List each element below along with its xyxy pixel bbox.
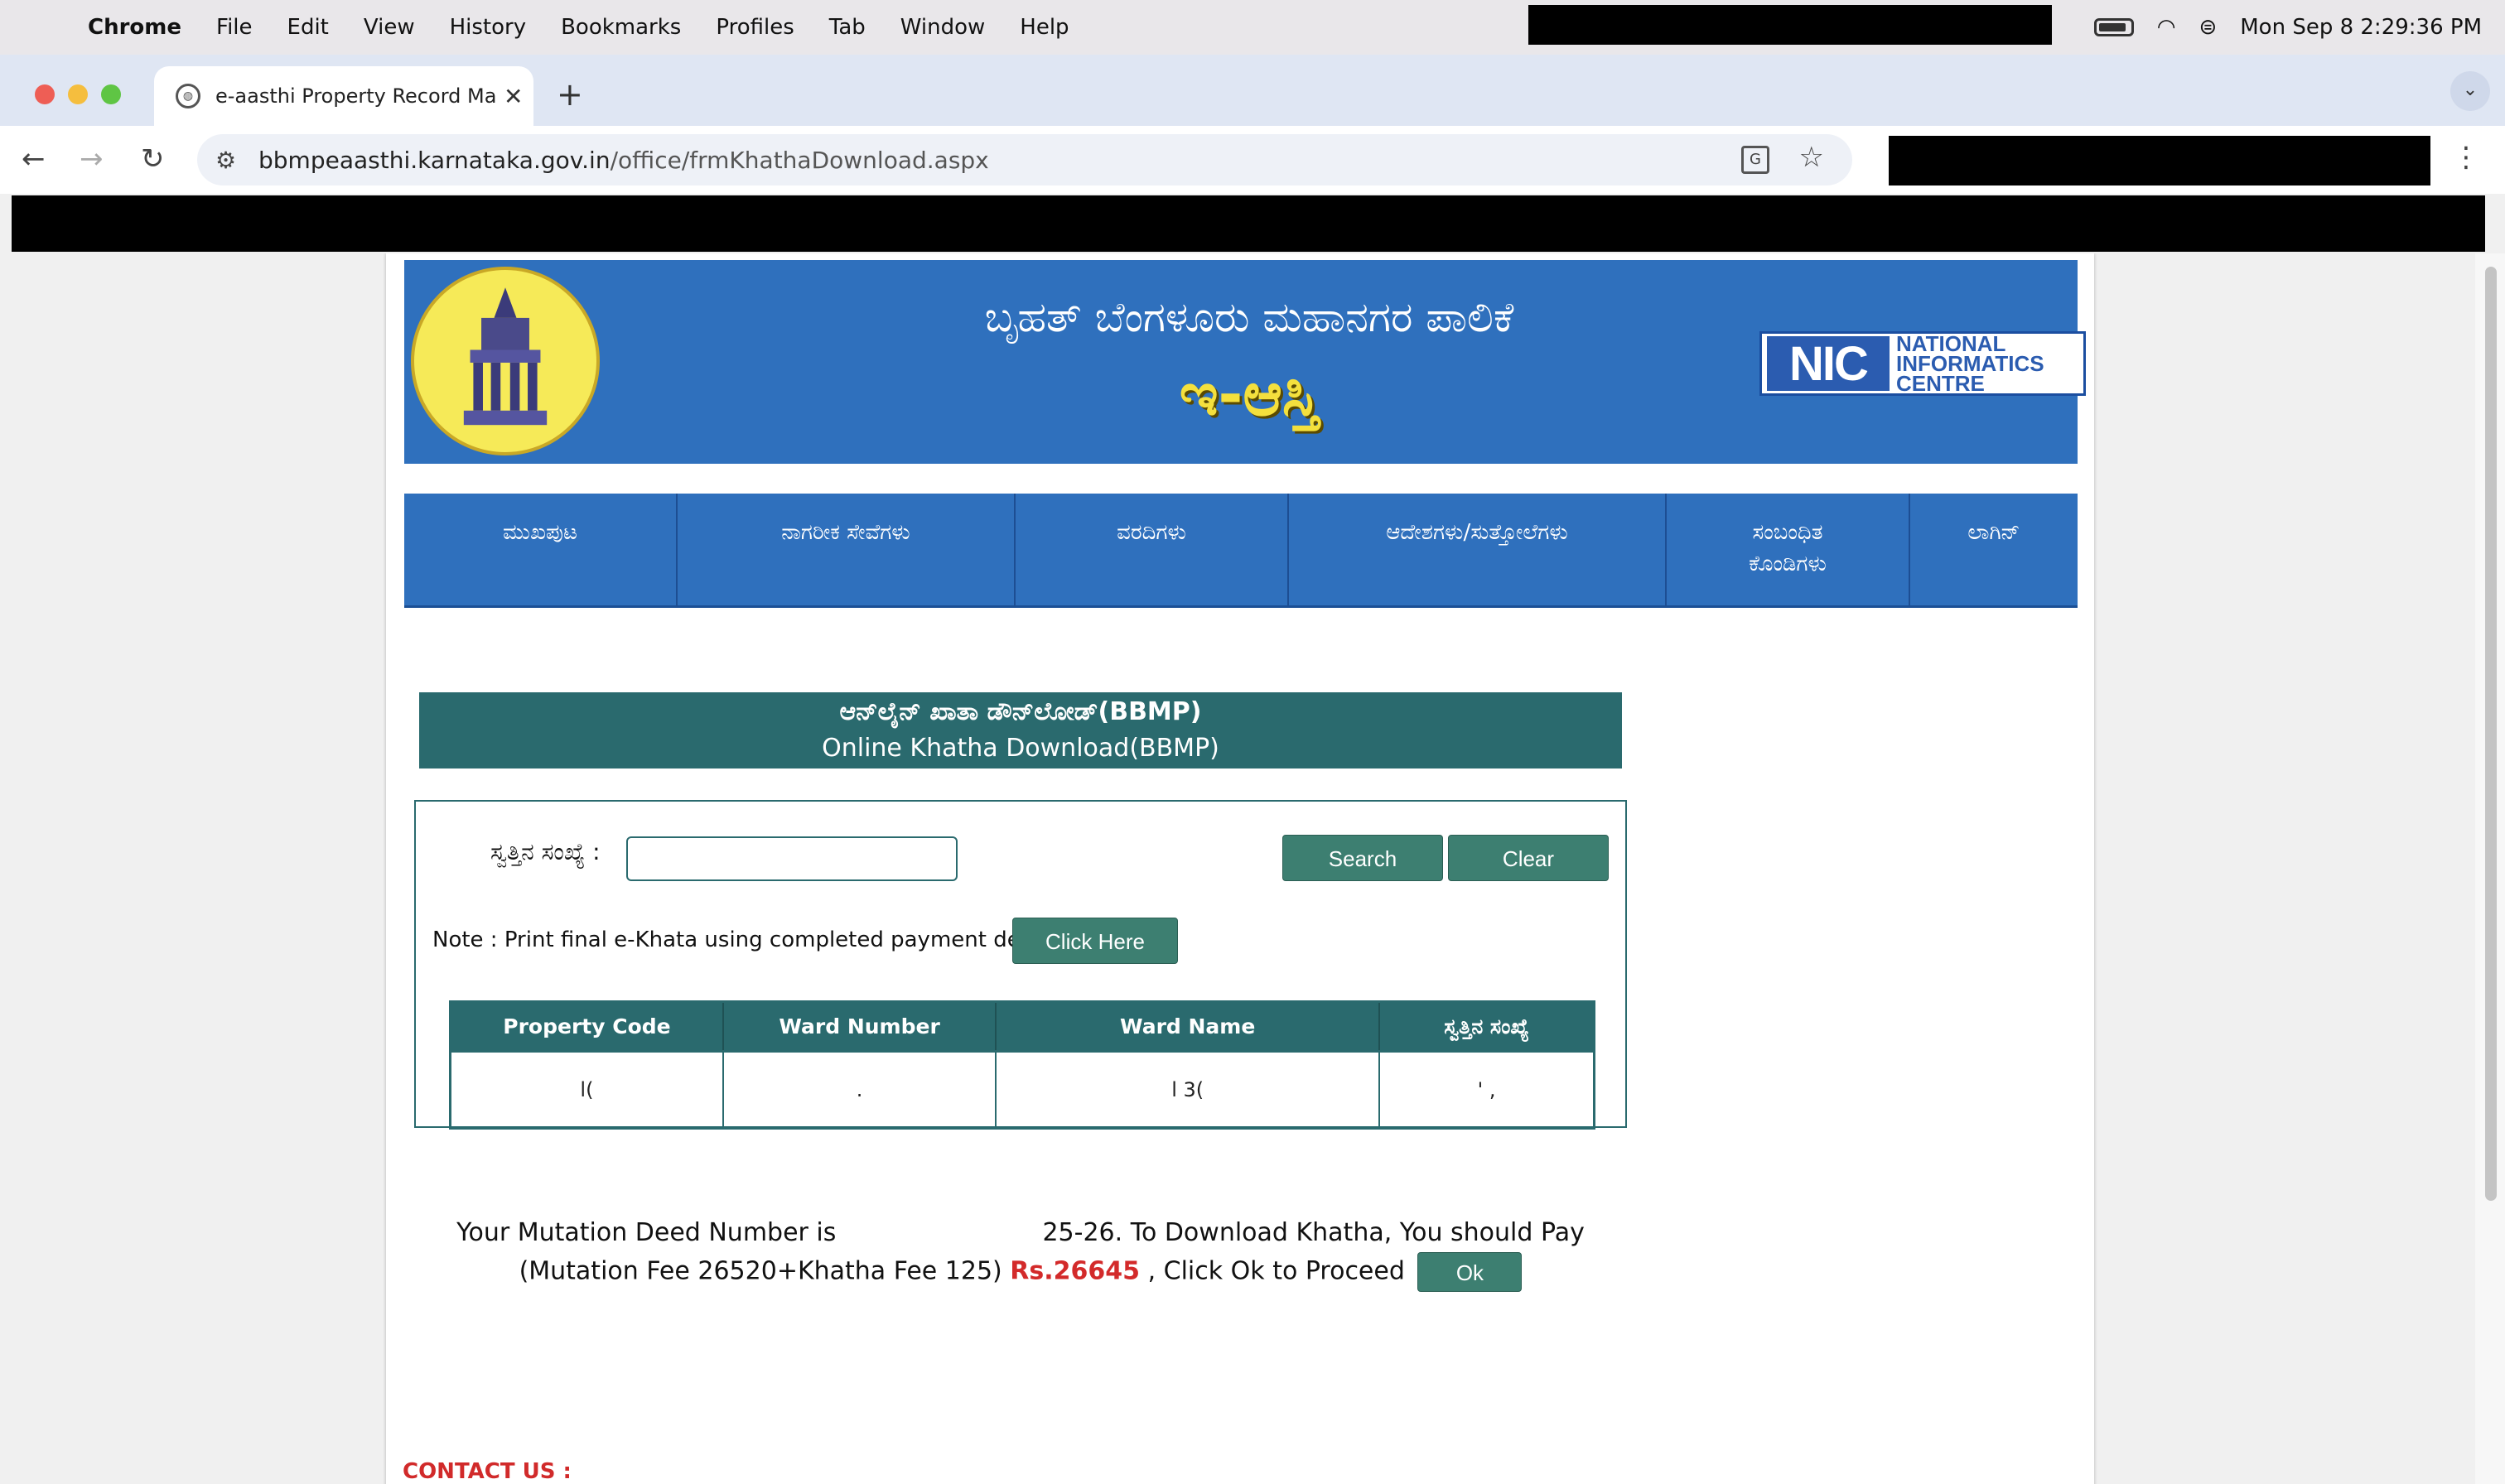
col-ward-name: Ward Name (996, 1001, 1381, 1052)
cell-ward-number: . (722, 1050, 997, 1129)
table-row[interactable]: l( . l 3( ' , (450, 1050, 1595, 1129)
property-number-label: ಸ್ವತ್ತಿನ ಸಂಖ್ಯೆ : (490, 838, 601, 865)
mutation-message: Your Mutation Deed Number is 25-26. To D… (419, 1214, 1622, 1292)
nic-mark: NIC (1767, 336, 1890, 391)
new-tab-icon[interactable]: + (557, 76, 583, 113)
status-area: ◠ ⊜ Mon Sep 8 2:29:36 PM (2093, 0, 2505, 55)
globe-icon: ◍ (176, 84, 200, 108)
menu-profiles[interactable]: Profiles (716, 15, 794, 40)
col-property-code: Property Code (450, 1001, 724, 1052)
eaasthi-title: ಇ-ಆಸ್ತಿ (1179, 359, 1320, 429)
click-here-button[interactable]: Click Here (1012, 918, 1178, 964)
cell-ward-name: l 3( (996, 1050, 1381, 1129)
browser-toolbar: ← → ↻ ⚙ bbmpeaasthi.karnataka.gov.in/off… (0, 126, 2505, 194)
menu-tab[interactable]: Tab (829, 15, 866, 40)
nav-related-links[interactable]: ಸಂಬಂಧಿತ ಕೊಂಡಿಗಳು (1667, 494, 1910, 608)
bookmark-star-icon[interactable]: ☆ (1799, 141, 1824, 174)
contact-us-heading: CONTACT US : (403, 1459, 572, 1484)
scrollbar-thumb[interactable] (2485, 267, 2497, 1201)
tab-close-icon[interactable]: ✕ (504, 83, 523, 110)
nav-citizen-services[interactable]: ನಾಗರೀಕ ಸೇವೆಗಳು (678, 494, 1016, 608)
site-banner: ಬೃಹತ್ ಬೆಂಗಳೂರು ಮಹಾನಗರ ಪಾಲಿಕೆ ಇ-ಆಸ್ತಿ NIC… (404, 260, 2086, 464)
section-title: ಆನ್‌ಲೈನ್ ಖಾತಾ ಡೌನ್‌ಲೋಡ್(BBMP) Online Kha… (419, 692, 1622, 768)
menu-window[interactable]: Window (900, 15, 986, 40)
web-page: ಬೃಹತ್ ಬೆಂಗಳೂರು ಮಹಾನಗರ ಪಾಲಿಕೆ ಇ-ಆಸ್ತಿ NIC… (0, 253, 2505, 1484)
property-number-input[interactable] (626, 836, 958, 881)
page-scrollbar[interactable] (2475, 253, 2505, 1484)
clear-button[interactable]: Clear (1448, 835, 1609, 881)
window-zoom-button[interactable] (101, 84, 121, 104)
bbmp-kannada-title: ಬೃಹತ್ ಬೆಂಗಳೂರು ಮಹಾನಗರ ಪಾಲಿಕೆ (984, 293, 1514, 341)
search-button[interactable]: Search (1282, 835, 1443, 881)
cell-property-code: l( (450, 1050, 724, 1129)
clock[interactable]: Mon Sep 8 2:29:36 PM (2240, 15, 2482, 40)
ok-button[interactable]: Ok (1417, 1252, 1523, 1292)
tab-strip: ◍ e-aasthi Property Record Ma ✕ + ⌄ (0, 55, 2505, 126)
menu-history[interactable]: History (450, 15, 527, 40)
nic-logo: NIC NATIONAL INFORMATICS CENTRE (1759, 331, 2086, 396)
redacted-bookmarks-bar (12, 195, 2485, 252)
back-arrow-icon[interactable]: ← (22, 142, 46, 176)
payment-note: Note : Print final e-Khata using complet… (432, 928, 1065, 952)
col-ward-number: Ward Number (722, 1001, 997, 1052)
translate-icon[interactable]: G (1741, 146, 1769, 174)
menu-edit[interactable]: Edit (287, 15, 329, 40)
active-tab[interactable]: ◍ e-aasthi Property Record Ma ✕ (154, 66, 533, 126)
window-minimize-button[interactable] (68, 84, 88, 104)
col-property-number: ಸ್ವತ್ತಿನ ಸಂಖ್ಯೆ (1379, 1001, 1595, 1052)
table-header-row: Property Code Ward Number Ward Name ಸ್ವತ… (450, 1001, 1595, 1052)
more-menu-icon[interactable]: ⋮ (2452, 141, 2480, 174)
menu-app-chrome[interactable]: Chrome (88, 15, 181, 40)
control-center-icon[interactable]: ⊜ (2199, 15, 2217, 40)
page-container: ಬೃಹತ್ ಬೆಂಗಳೂರು ಮಹಾನಗರ ಪಾಲಿಕೆ ಇ-ಆಸ್ತಿ NIC… (386, 253, 2094, 1484)
khatha-search-form: ಸ್ವತ್ತಿನ ಸಂಖ್ಯೆ : Search Clear Note : Pr… (414, 800, 1627, 1130)
mutation-proceed: , Click Ok to Proceed (1147, 1256, 1405, 1286)
wifi-icon[interactable]: ◠ (2157, 15, 2176, 40)
main-nav: ಮುಖಪುಟ ನಾಗರೀಕ ಸೇವೆಗಳು ವರದಿಗಳು ಆದೇಶಗಳು/ಸು… (404, 494, 2078, 608)
forward-arrow-icon[interactable]: → (80, 142, 104, 176)
window-close-button[interactable] (35, 84, 55, 104)
address-bar[interactable]: ⚙ bbmpeaasthi.karnataka.gov.in/office/fr… (197, 134, 1852, 186)
redacted-region (1889, 136, 2430, 186)
menu-file[interactable]: File (216, 15, 253, 40)
nic-wordmark: NATIONAL INFORMATICS CENTRE (1896, 331, 2044, 396)
bbmp-emblem-logo (411, 267, 600, 455)
battery-icon[interactable] (2093, 18, 2134, 36)
payable-amount: Rs.26645 (1010, 1256, 1141, 1286)
cell-property-number: ' , (1379, 1050, 1595, 1129)
site-info-icon[interactable]: ⚙ (215, 147, 249, 174)
url-text[interactable]: bbmpeaasthi.karnataka.gov.in/office/frmK… (258, 147, 989, 174)
menu-help[interactable]: Help (1020, 15, 1069, 40)
nav-reports[interactable]: ವರದಿಗಳು (1016, 494, 1289, 608)
menu-bookmarks[interactable]: Bookmarks (561, 15, 681, 40)
section-title-kannada: ಆನ್‌ಲೈನ್ ಖಾತಾ ಡೌನ್‌ಲೋಡ್(BBMP) (839, 697, 1202, 726)
nav-home[interactable]: ಮುಖಪುಟ (404, 494, 678, 608)
redacted-region (1528, 5, 2052, 45)
nav-login[interactable]: ಲಾಗಿನ್ (1910, 494, 2078, 608)
tab-search-chevron-icon[interactable]: ⌄ (2450, 71, 2490, 111)
reload-icon[interactable]: ↻ (141, 142, 165, 176)
macos-menubar: Chrome File Edit View History Bookmarks … (0, 0, 2505, 55)
property-result-table: Property Code Ward Number Ward Name ಸ್ವತ… (449, 1000, 1595, 1130)
tab-title: e-aasthi Property Record Ma (215, 84, 497, 108)
section-title-english: Online Khatha Download(BBMP) (822, 734, 1219, 763)
menu-view[interactable]: View (364, 15, 415, 40)
nav-orders-circulars[interactable]: ಆದೇಶಗಳು/ಸುತ್ತೋಲೆಗಳು (1289, 494, 1667, 608)
mutation-prefix: Your Mutation Deed Number is (456, 1218, 837, 1247)
